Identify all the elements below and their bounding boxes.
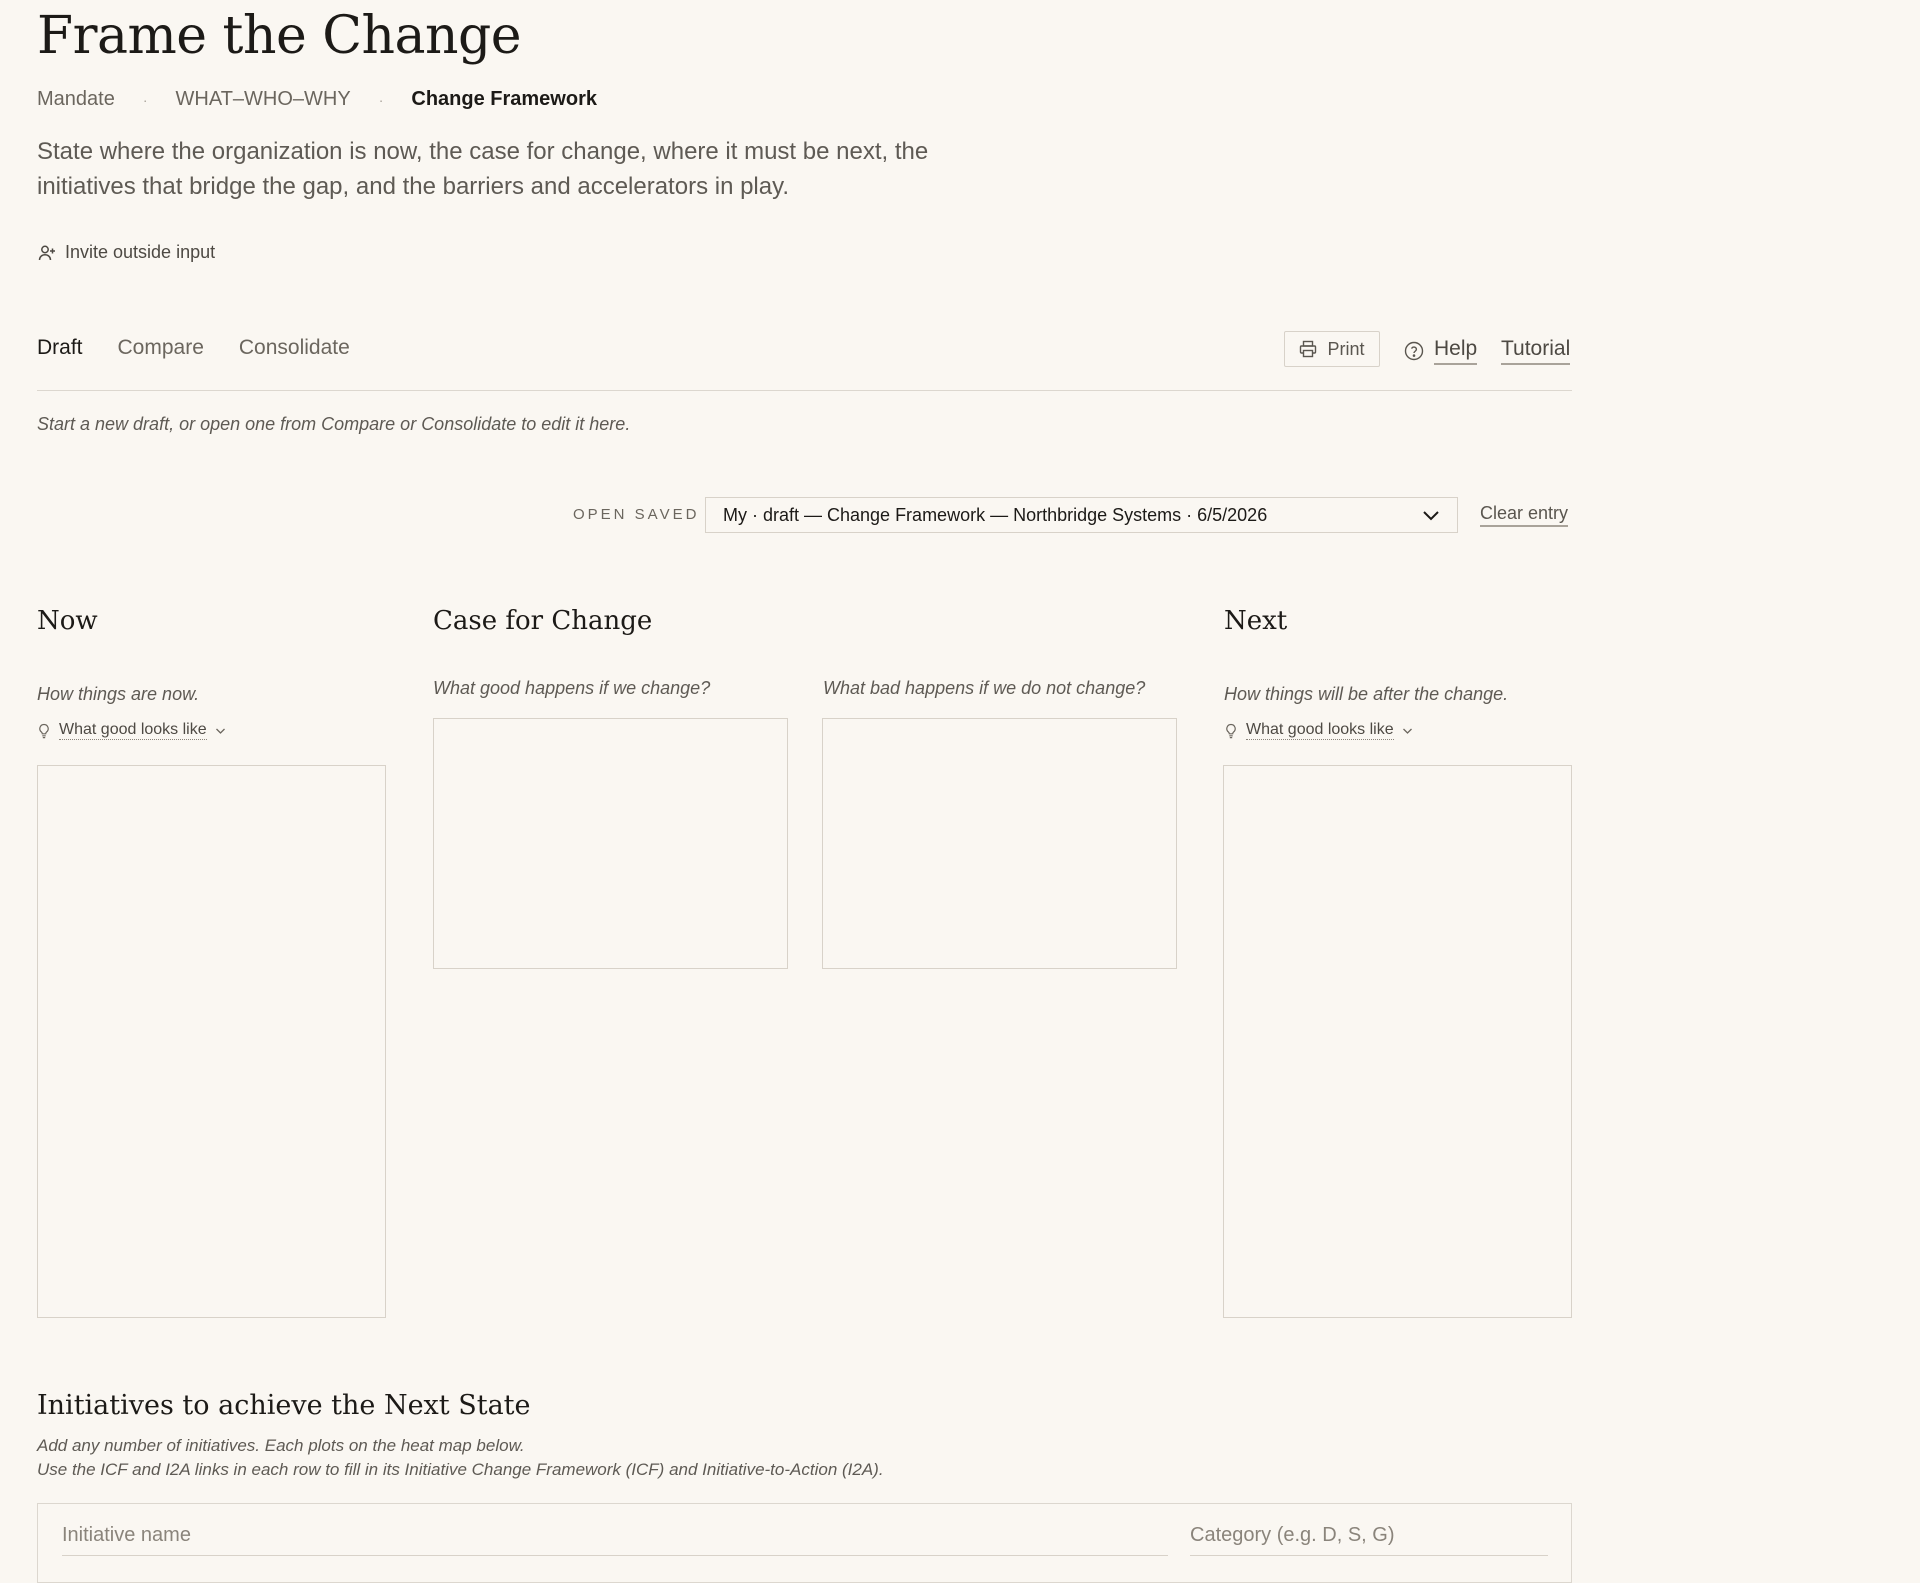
now-what-good-looks-like-toggle[interactable]: What good looks like <box>37 721 226 740</box>
tab-bar: Draft Compare Consolidate <box>37 336 350 360</box>
tutorial-link[interactable]: Tutorial <box>1501 337 1571 365</box>
open-saved-select[interactable]: My · draft — Change Framework — Northbri… <box>705 497 1458 533</box>
now-textarea[interactable] <box>37 765 386 1318</box>
breadcrumb-item-current: Change Framework <box>411 88 597 110</box>
clear-entry-link[interactable]: Clear entry <box>1480 503 1569 527</box>
tab-compare[interactable]: Compare <box>118 336 204 360</box>
now-prompt: How things are now. <box>37 684 200 704</box>
initiative-category-input[interactable]: Category (e.g. D, S, G) <box>1190 1524 1548 1556</box>
initiatives-desc-line-1: Add any number of initiatives. Each plot… <box>37 1436 525 1455</box>
case-for-change-title: Case for Change <box>433 606 653 636</box>
page-title: Frame the Change <box>37 6 522 66</box>
breadcrumb-separator: · <box>142 91 148 108</box>
next-prompt: How things will be after the change. <box>1224 684 1509 704</box>
open-saved-selected-value: My · draft — Change Framework — Northbri… <box>723 504 1268 525</box>
chevron-down-icon <box>1402 728 1412 734</box>
now-title: Now <box>37 606 98 636</box>
invite-label: Invite outside input <box>65 242 216 262</box>
draft-hint: Start a new draft, or open one from Comp… <box>37 414 631 434</box>
chevron-down-icon <box>215 728 225 734</box>
breadcrumb-separator: · <box>378 91 384 108</box>
tab-draft[interactable]: Draft <box>37 336 83 360</box>
next-textarea[interactable] <box>1223 765 1572 1318</box>
page-intro: State where the organization is now, the… <box>37 138 929 200</box>
next-what-good-looks-like-toggle[interactable]: What good looks like <box>1224 721 1413 740</box>
tab-divider <box>37 390 1572 391</box>
tab-consolidate[interactable]: Consolidate <box>239 336 350 360</box>
print-label: Print <box>1327 338 1365 359</box>
next-good-link-label: What good looks like <box>1246 721 1394 740</box>
help-label: Help <box>1434 337 1478 365</box>
bad-if-no-change-textarea[interactable] <box>822 718 1177 969</box>
invite-outside-input-button[interactable]: Invite outside input <box>37 242 215 263</box>
initiatives-title: Initiatives to achieve the Next State <box>37 1390 531 1421</box>
initiatives-desc-line-2: Use the ICF and I2A links in each row to… <box>37 1460 884 1479</box>
initiative-row: Initiative name Category (e.g. D, S, G) <box>37 1503 1572 1583</box>
print-button[interactable]: Print <box>1284 331 1380 367</box>
bad-if-no-change-prompt: What bad happens if we do not change? <box>823 678 1146 698</box>
now-good-link-label: What good looks like <box>59 721 207 740</box>
chevron-down-icon <box>1423 511 1439 521</box>
next-title: Next <box>1224 606 1288 636</box>
good-if-change-prompt: What good happens if we change? <box>433 678 711 698</box>
initiative-name-input[interactable]: Initiative name <box>62 1524 1168 1556</box>
lightbulb-icon <box>39 723 49 738</box>
breadcrumb-item-mandate[interactable]: Mandate <box>37 88 115 111</box>
breadcrumb: Mandate · WHAT–WHO–WHY · Change Framewor… <box>37 88 597 111</box>
initiatives-description: Add any number of initiatives. Each plot… <box>37 1434 884 1482</box>
open-saved-label: OPEN SAVED <box>573 506 700 523</box>
printer-icon <box>1300 340 1317 358</box>
help-link[interactable]: Help <box>1404 337 1478 365</box>
lightbulb-icon <box>1226 723 1236 738</box>
add-user-icon <box>38 245 55 260</box>
good-if-change-textarea[interactable] <box>433 718 788 969</box>
breadcrumb-item-what-who-why[interactable]: WHAT–WHO–WHY <box>176 88 351 111</box>
help-icon <box>1404 341 1424 361</box>
